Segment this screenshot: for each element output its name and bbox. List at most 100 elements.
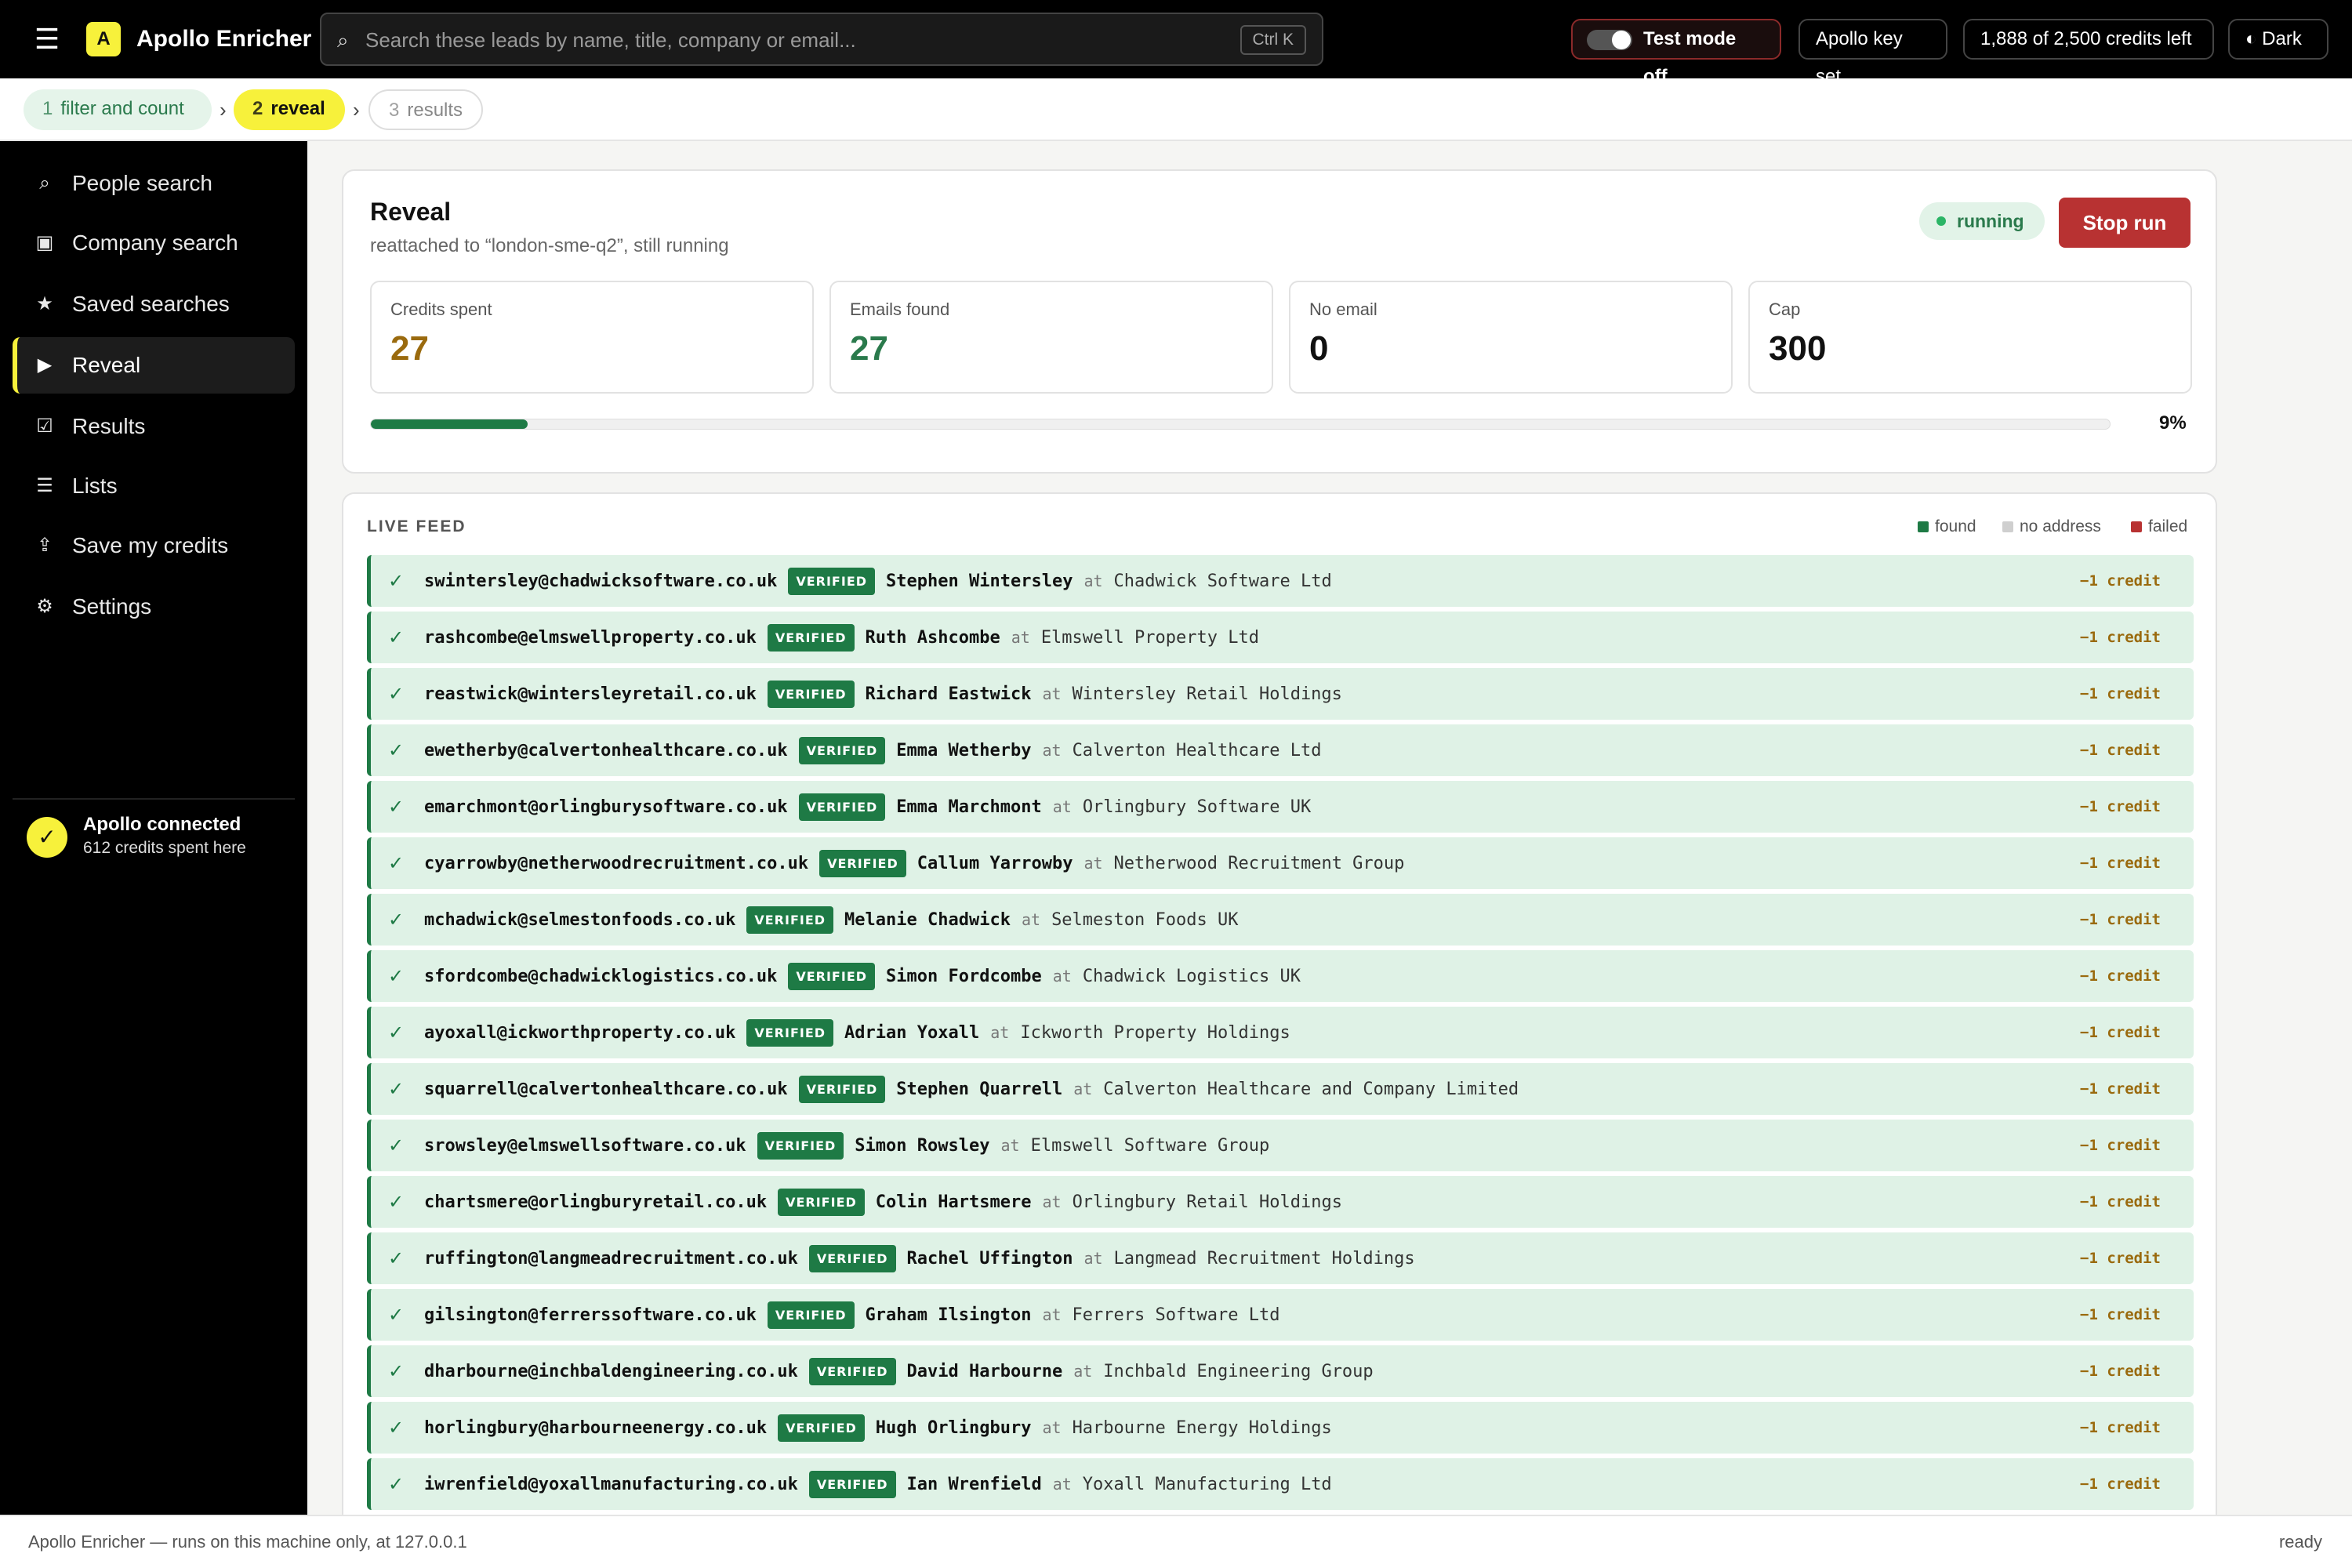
feed-email: rashcombe@elmswellproperty.co.uk bbox=[424, 627, 757, 648]
sidebar-divider bbox=[13, 798, 295, 800]
feed-email: mchadwick@selmestonfoods.co.uk bbox=[424, 909, 736, 930]
step-reveal[interactable]: 2 reveal bbox=[234, 89, 345, 130]
feed-company: Chadwick Software Ltd bbox=[1113, 571, 1332, 591]
feed-credit-cost: −1 credit bbox=[2080, 1363, 2161, 1380]
sidebar-item-people-search[interactable]: ⌕ People search bbox=[13, 155, 295, 212]
verified-badge: VERIFIED bbox=[746, 1018, 834, 1047]
check-icon: ✓ bbox=[388, 683, 405, 705]
sidebar-item-results[interactable]: ☑ Results bbox=[13, 398, 295, 455]
feed-person-name: Emma Marchmont bbox=[896, 797, 1042, 817]
feed-row: ✓ sfordcombe@chadwicklogistics.co.uk VERIF… bbox=[367, 950, 2194, 1002]
search-icon: ⌕ bbox=[39, 172, 50, 194]
feed-email: reastwick@wintersleyretail.co.uk bbox=[424, 684, 757, 704]
verified-badge: VERIFIED bbox=[808, 1357, 896, 1385]
feed-email: iwrenfield@yoxallmanufacturing.co.uk bbox=[424, 1474, 798, 1494]
feed-row: ✓ gilsington@ferrerssoftware.co.uk VERIFIE… bbox=[367, 1289, 2194, 1341]
verified-badge: VERIFIED bbox=[808, 1244, 896, 1272]
live-feed-list[interactable]: ✓ swintersley@chadwicksoftware.co.uk VERIF… bbox=[367, 555, 2194, 1515]
sidebar-item-label: People search bbox=[72, 171, 213, 195]
feed-person-name: Stephen Quarrell bbox=[896, 1079, 1063, 1099]
feed-credit-cost: −1 credit bbox=[2080, 1193, 2161, 1210]
check-icon: ✓ bbox=[388, 1417, 405, 1439]
reveal-subtitle: reattached to “london-sme-q2”, still run… bbox=[370, 235, 729, 256]
feed-company: Elmswell Property Ltd bbox=[1040, 627, 1259, 648]
feed-at-label: at bbox=[1073, 1362, 1093, 1381]
building-icon: ▣ bbox=[35, 232, 54, 253]
toggle-switch-icon[interactable] bbox=[1587, 30, 1632, 50]
verified-badge: VERIFIED bbox=[798, 793, 886, 821]
checkbox-icon: ☑ bbox=[36, 416, 53, 437]
sidebar-item-lists[interactable]: ☰ Lists bbox=[13, 458, 295, 514]
feed-company: Netherwood Recruitment Group bbox=[1113, 853, 1405, 873]
progress-percent: 9% bbox=[2159, 412, 2187, 434]
feed-credit-cost: −1 credit bbox=[2080, 742, 2161, 759]
legend-failed: failed bbox=[2131, 517, 2187, 536]
connection-status-title: Apollo connected bbox=[83, 814, 241, 835]
apollo-key-button[interactable]: Apollo key set bbox=[1798, 19, 1947, 87]
search-box[interactable]: ⌕ Ctrl K bbox=[320, 13, 1323, 66]
top-bar: ☰ A Apollo Enricher ⌕ Ctrl K Test mode o… bbox=[0, 0, 2352, 87]
feed-company: Ferrers Software Ltd bbox=[1072, 1305, 1280, 1325]
feed-at-label: at bbox=[1052, 1475, 1072, 1494]
feed-credit-cost: −1 credit bbox=[2080, 685, 2161, 702]
feed-person-name: Hugh Orlingbury bbox=[875, 1417, 1032, 1438]
play-icon: ▶ bbox=[37, 354, 53, 376]
progress-bar-fill bbox=[371, 419, 528, 429]
feed-email: chartsmere@orlingburyretail.co.uk bbox=[424, 1192, 768, 1212]
stop-run-button[interactable]: Stop run bbox=[2059, 198, 2190, 248]
sidebar-item-company-search[interactable]: ▣ Company search bbox=[13, 215, 295, 271]
verified-badge: VERIFIED bbox=[808, 1470, 896, 1498]
live-feed-panel: LIVE FEED found no address failed ✓ swint… bbox=[342, 492, 2217, 1527]
check-icon: ✓ bbox=[388, 1304, 405, 1326]
check-icon: ✓ bbox=[388, 909, 405, 931]
step-filter-and-count[interactable]: 1 filter and count bbox=[24, 89, 212, 130]
dark-mode-button[interactable]: ◐ Dark bbox=[2228, 19, 2328, 60]
verified-badge: VERIFIED bbox=[798, 736, 886, 764]
check-icon: ✓ bbox=[388, 1191, 405, 1213]
sidebar-item-saved-searches[interactable]: ★ Saved searches bbox=[13, 276, 295, 332]
feed-credit-cost: −1 credit bbox=[2080, 1250, 2161, 1267]
feed-at-label: at bbox=[1042, 741, 1062, 760]
sidebar-item-label: Save my credits bbox=[72, 533, 229, 557]
feed-person-name: Simon Rowsley bbox=[855, 1135, 990, 1156]
check-icon: ✓ bbox=[388, 570, 405, 592]
feed-person-name: Colin Hartsmere bbox=[875, 1192, 1032, 1212]
feed-credit-cost: −1 credit bbox=[2080, 1306, 2161, 1323]
feed-row: ✓ horlingbury@harbourneenergy.co.uk VERIFI… bbox=[367, 1402, 2194, 1454]
feed-row: ✓ mchadwick@selmestonfoods.co.uk VERIFIED M… bbox=[367, 894, 2194, 946]
check-icon: ✓ bbox=[388, 965, 405, 987]
credits-left-badge: 1,888 of 2,500 credits left bbox=[1963, 19, 2214, 60]
feed-row: ✓ dharbourne@inchbaldengineering.co.uk VER… bbox=[367, 1345, 2194, 1397]
feed-email: dharbourne@inchbaldengineering.co.uk bbox=[424, 1361, 798, 1381]
sidebar-item-label: Settings bbox=[72, 594, 152, 619]
sidebar-item-save-my-credits[interactable]: ⇪ Save my credits bbox=[13, 517, 295, 574]
feed-at-label: at bbox=[1011, 628, 1030, 647]
feed-row: ✓ ruffington@langmeadrecruitment.co.uk VER… bbox=[367, 1232, 2194, 1284]
feed-company: Ickworth Property Holdings bbox=[1020, 1022, 1290, 1043]
check-icon: ✓ bbox=[388, 1134, 405, 1156]
check-icon: ✓ bbox=[388, 1247, 405, 1269]
feed-email: sfordcombe@chadwicklogistics.co.uk bbox=[424, 966, 778, 986]
test-mode-toggle[interactable]: Test mode off bbox=[1571, 19, 1781, 87]
feed-credit-cost: −1 credit bbox=[2080, 1137, 2161, 1154]
sidebar-item-settings[interactable]: ⚙ Settings bbox=[13, 579, 295, 635]
check-icon: ✓ bbox=[388, 1473, 405, 1495]
feed-at-label: at bbox=[1042, 684, 1062, 703]
hamburger-icon[interactable]: ☰ bbox=[31, 24, 63, 55]
feed-at-label: at bbox=[1021, 910, 1041, 929]
feed-company: Yoxall Manufacturing Ltd bbox=[1082, 1474, 1332, 1494]
feed-person-name: Richard Eastwick bbox=[865, 684, 1032, 704]
sidebar-item-label: Results bbox=[72, 414, 146, 438]
feed-person-name: Simon Fordcombe bbox=[886, 966, 1042, 986]
sidebar-item-reveal[interactable]: ▶ Reveal bbox=[13, 337, 295, 394]
step-results[interactable]: 3 results bbox=[368, 89, 483, 130]
feed-email: ayoxall@ickworthproperty.co.uk bbox=[424, 1022, 736, 1043]
feed-at-label: at bbox=[1083, 1249, 1103, 1268]
connection-status-subtitle: 612 credits spent here bbox=[83, 839, 246, 857]
feed-person-name: Melanie Chadwick bbox=[844, 909, 1011, 930]
feed-company: Harbourne Energy Holdings bbox=[1072, 1417, 1332, 1438]
feed-person-name: Emma Wetherby bbox=[896, 740, 1032, 760]
verified-badge: VERIFIED bbox=[788, 567, 876, 595]
app-logo: A bbox=[86, 22, 121, 56]
search-input[interactable] bbox=[365, 25, 1149, 55]
